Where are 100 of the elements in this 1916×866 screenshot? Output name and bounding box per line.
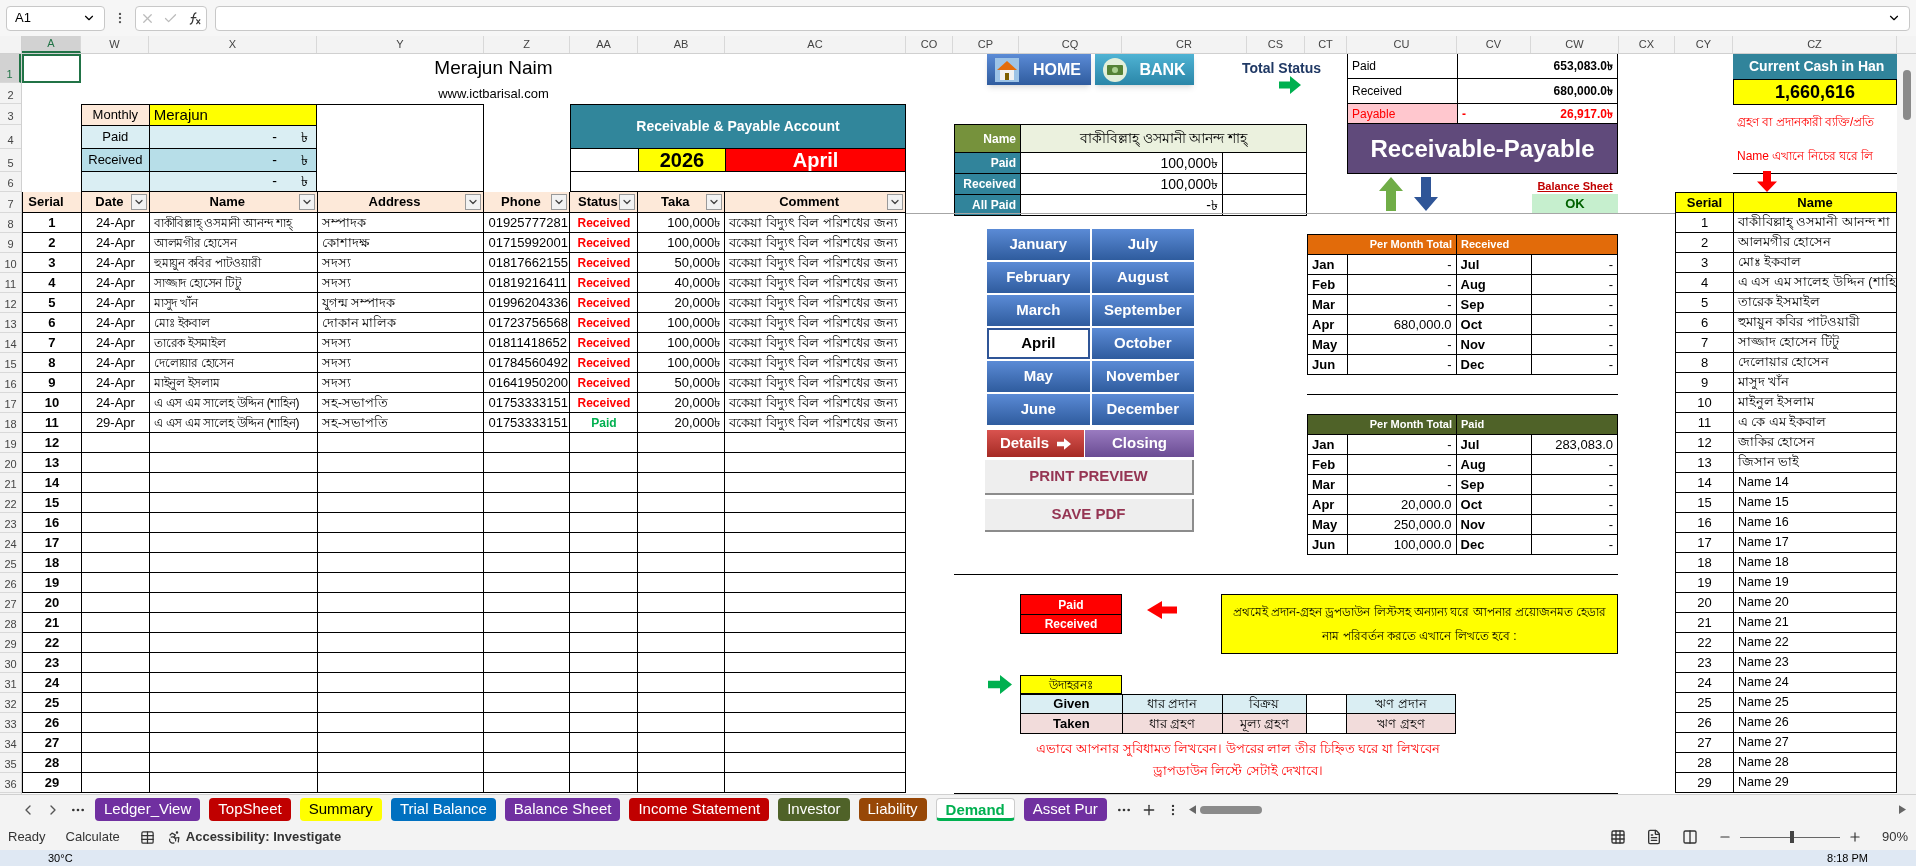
- sheet-tab[interactable]: Investor: [778, 798, 850, 821]
- column-letter[interactable]: CQ: [1019, 36, 1122, 53]
- row-number[interactable]: 13: [0, 313, 21, 333]
- row-number[interactable]: 16: [0, 373, 21, 393]
- row-number[interactable]: 34: [0, 733, 21, 753]
- row-number[interactable]: 24: [0, 533, 21, 553]
- month-button[interactable]: March: [987, 295, 1090, 326]
- action-button[interactable]: Details: [987, 430, 1084, 457]
- zoom-slider-track[interactable]: [1739, 831, 1840, 843]
- row-number[interactable]: 8: [0, 213, 21, 233]
- name-box[interactable]: A1: [6, 5, 105, 31]
- column-letter[interactable]: CT: [1305, 36, 1347, 53]
- column-letter[interactable]: CR: [1122, 36, 1247, 53]
- month-button[interactable]: June: [987, 394, 1090, 425]
- row-number[interactable]: 32: [0, 693, 21, 713]
- column-letter[interactable]: CU: [1347, 36, 1457, 53]
- row-number[interactable]: 5: [0, 149, 21, 172]
- horizontal-scrollbar[interactable]: [1188, 802, 1906, 817]
- column-letter[interactable]: CS: [1247, 36, 1305, 53]
- row-number[interactable]: 12: [0, 293, 21, 313]
- row-number[interactable]: 20: [0, 453, 21, 473]
- row-number[interactable]: 33: [0, 713, 21, 733]
- row-number[interactable]: 14: [0, 333, 21, 353]
- formula-input[interactable]: [215, 5, 1910, 31]
- row-number[interactable]: 18: [0, 413, 21, 433]
- row-number[interactable]: 6: [0, 172, 21, 192]
- column-letter[interactable]: CY: [1675, 36, 1733, 53]
- month-button[interactable]: February: [987, 262, 1090, 293]
- row-number[interactable]: 21: [0, 473, 21, 493]
- print-button[interactable]: PRINT PREVIEW: [985, 460, 1194, 495]
- sheet-tab[interactable]: Asset Pur: [1023, 798, 1107, 821]
- zoom-slider-thumb[interactable]: [1789, 831, 1794, 843]
- balance-sheet-link[interactable]: Balance Sheet: [1532, 178, 1618, 194]
- normal-view-icon[interactable]: [1609, 829, 1626, 845]
- row-number[interactable]: 31: [0, 673, 21, 693]
- month-button[interactable]: September: [1091, 295, 1194, 326]
- row-number[interactable]: 15: [0, 353, 21, 373]
- row-number[interactable]: 29: [0, 633, 21, 653]
- row-number[interactable]: 30: [0, 653, 21, 673]
- sheet-tab[interactable]: Trial Balance: [390, 798, 496, 821]
- column-letter[interactable]: AA: [570, 36, 638, 53]
- column-letter[interactable]: Z: [484, 36, 570, 53]
- month-button[interactable]: December: [1091, 394, 1194, 425]
- filter-dropdown-button[interactable]: [619, 194, 636, 210]
- scroll-left-icon[interactable]: [1188, 805, 1196, 814]
- filter-dropdown-button[interactable]: [130, 194, 147, 210]
- row-number[interactable]: 36: [0, 773, 21, 793]
- column-letter[interactable]: CO: [906, 36, 953, 53]
- scroll-right-icon[interactable]: [1899, 805, 1906, 814]
- accessibility-status[interactable]: Accessibility: Investigate: [166, 827, 342, 847]
- row-number[interactable]: 1: [0, 54, 21, 83]
- zoom-level[interactable]: 90%: [1881, 827, 1908, 847]
- row-number[interactable]: 3: [0, 104, 21, 125]
- vertical-scrollbar[interactable]: [1897, 54, 1916, 794]
- column-letter[interactable]: CV: [1457, 36, 1531, 53]
- row-number[interactable]: 7: [0, 192, 21, 213]
- month-button[interactable]: July: [1091, 229, 1194, 260]
- column-letter[interactable]: AC: [725, 36, 906, 53]
- row-number[interactable]: 4: [0, 125, 21, 149]
- row-number[interactable]: 11: [0, 273, 21, 293]
- filter-dropdown-button[interactable]: [551, 194, 568, 210]
- filter-dropdown-button[interactable]: [298, 194, 315, 210]
- column-letter[interactable]: CP: [953, 36, 1019, 53]
- row-number[interactable]: 27: [0, 593, 21, 613]
- row-number[interactable]: 10: [0, 253, 21, 273]
- row-number[interactable]: 9: [0, 233, 21, 253]
- filter-dropdown-button[interactable]: [706, 194, 723, 210]
- print-button[interactable]: SAVE PDF: [985, 499, 1194, 532]
- column-letter[interactable]: CZ: [1733, 36, 1897, 53]
- row-number[interactable]: 25: [0, 553, 21, 573]
- column-letter[interactable]: Y: [317, 36, 484, 53]
- macro-icon[interactable]: [139, 829, 155, 845]
- sheet-tab[interactable]: Liability: [858, 798, 927, 821]
- row-number[interactable]: 22: [0, 493, 21, 513]
- month-button[interactable]: November: [1091, 361, 1194, 392]
- row-number[interactable]: 2: [0, 83, 21, 104]
- page-layout-icon[interactable]: [1645, 829, 1662, 845]
- column-letter[interactable]: X: [149, 36, 317, 53]
- filter-dropdown-button[interactable]: [887, 194, 903, 210]
- month-button[interactable]: January: [987, 229, 1090, 260]
- page-break-icon[interactable]: [1681, 829, 1698, 845]
- sheet-tab[interactable]: Summary: [299, 798, 382, 821]
- month-button[interactable]: April: [987, 328, 1090, 359]
- sheet-tab[interactable]: Ledger_View: [95, 798, 201, 821]
- filter-dropdown-button[interactable]: [465, 194, 482, 210]
- month-button[interactable]: October: [1091, 328, 1194, 359]
- sheet-tab[interactable]: Income Statement: [629, 798, 770, 821]
- column-letter[interactable]: A: [22, 36, 81, 53]
- row-number[interactable]: 28: [0, 613, 21, 633]
- row-number[interactable]: 26: [0, 573, 21, 593]
- month-button[interactable]: May: [987, 361, 1090, 392]
- column-letter[interactable]: W: [81, 36, 149, 53]
- zoom-in-icon[interactable]: [1847, 830, 1862, 844]
- action-button[interactable]: Closing: [1085, 430, 1194, 457]
- column-letter[interactable]: CW: [1531, 36, 1619, 53]
- column-letter[interactable]: CX: [1619, 36, 1675, 53]
- column-letter[interactable]: AB: [638, 36, 725, 53]
- nav-button[interactable]: HOME: [987, 54, 1091, 85]
- sheet-tab[interactable]: TopSheet: [209, 798, 291, 821]
- row-number[interactable]: 23: [0, 513, 21, 533]
